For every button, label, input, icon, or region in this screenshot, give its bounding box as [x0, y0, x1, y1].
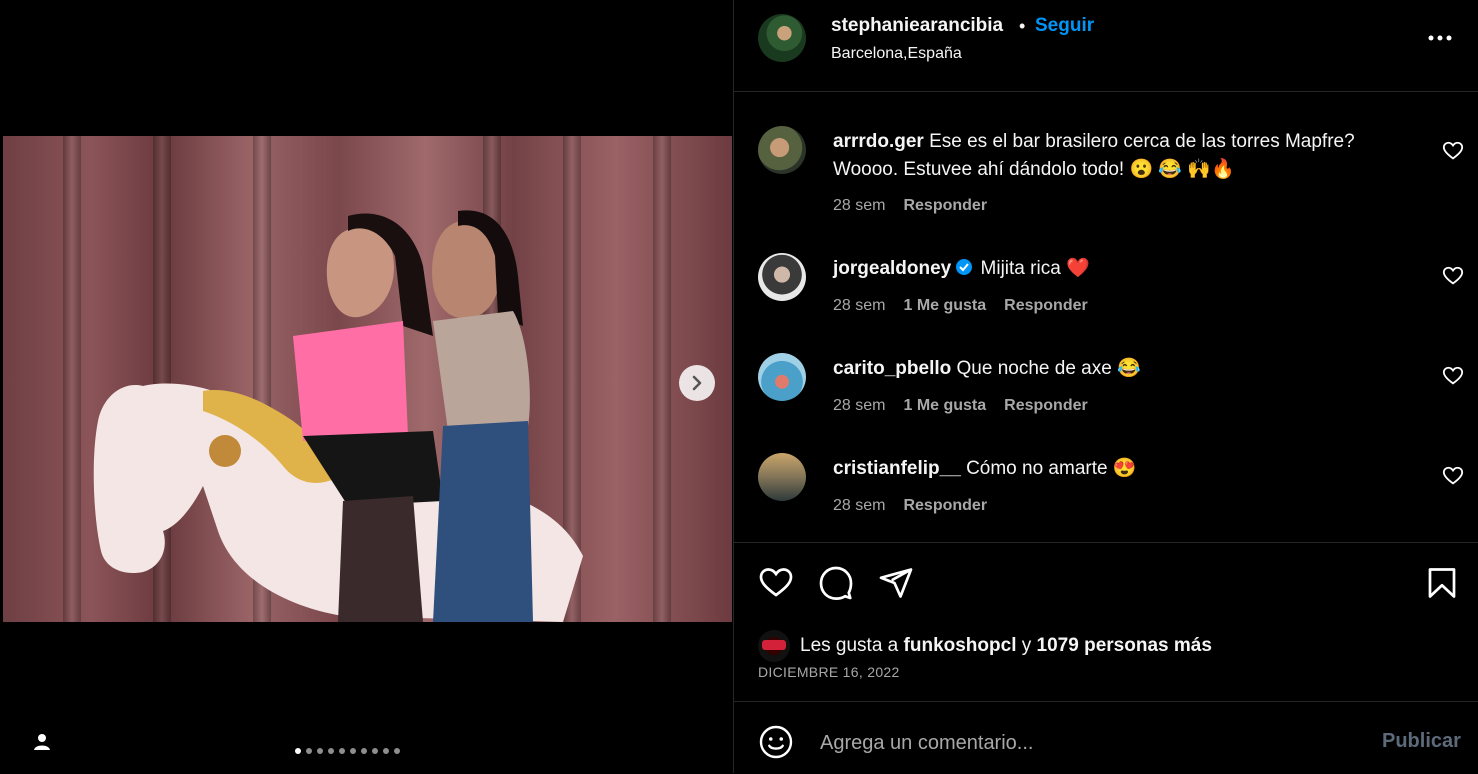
comment-input[interactable]: [818, 720, 1342, 766]
comment-body: cristianfelip__ Cómo no amarte 😍: [833, 455, 1403, 483]
carousel-dots: [295, 748, 400, 754]
comment-username[interactable]: cristianfelip__: [833, 458, 961, 479]
comment-meta: 28 sem Responder: [833, 197, 987, 215]
bookmark-icon: [1428, 568, 1456, 598]
comment-text: Que noche de axe 😂: [956, 358, 1141, 379]
carousel-dot: [383, 748, 389, 754]
comment-time[interactable]: 28 sem: [833, 497, 885, 515]
photo-subjects: [93, 210, 583, 622]
comment-username[interactable]: arrrdo.ger: [833, 131, 924, 152]
paper-plane-icon: [879, 568, 913, 598]
comment-like-button[interactable]: [1442, 365, 1464, 387]
follow-button[interactable]: Seguir: [1035, 15, 1094, 37]
next-image-button[interactable]: [679, 365, 715, 401]
comment-like-button[interactable]: [1442, 265, 1464, 287]
comment-avatar[interactable]: [758, 126, 806, 174]
likes-connector: y: [1021, 635, 1032, 656]
author-username[interactable]: stephaniearancibia: [831, 15, 1003, 37]
comment-likes-count[interactable]: 1 Me gusta: [903, 397, 986, 415]
comment-body: carito_pbello Que noche de axe 😂: [833, 355, 1403, 383]
comment-like-button[interactable]: [1442, 140, 1464, 162]
comment-body: arrrdo.ger Ese es el bar brasilero cerca…: [833, 128, 1403, 184]
post-actions: [734, 542, 1478, 623]
carousel-dot: [306, 748, 312, 754]
post-location[interactable]: Barcelona,España: [831, 45, 962, 63]
carousel-dot: [372, 748, 378, 754]
person-icon: [34, 734, 50, 750]
header-separator: •: [1019, 16, 1026, 36]
comment-composer: Publicar: [734, 701, 1478, 774]
likes-user[interactable]: funkoshopcl: [904, 635, 1017, 656]
comment-body: jorgealdoney Mijita rica ❤️: [833, 255, 1403, 283]
more-horizontal-icon: [1428, 35, 1452, 41]
emoji-button[interactable]: [758, 724, 794, 760]
heart-icon: [1442, 266, 1464, 285]
user-tags-button[interactable]: [30, 730, 54, 754]
comment-time[interactable]: 28 sem: [833, 397, 885, 415]
likes-text: Les gusta a funkoshopcl y 1079 personas …: [800, 635, 1212, 657]
publish-button[interactable]: Publicar: [1382, 730, 1461, 753]
likes-others[interactable]: 1079 personas más: [1037, 635, 1212, 656]
post-header: stephaniearancibia • Seguir Barcelona,Es…: [734, 0, 1478, 92]
comment-username[interactable]: carito_pbello: [833, 358, 951, 379]
reply-button[interactable]: Responder: [903, 497, 987, 515]
post-media: [0, 0, 733, 773]
comment-text: Cómo no amarte 😍: [966, 458, 1137, 479]
liker-avatar[interactable]: [758, 630, 790, 662]
heart-icon: [1442, 141, 1464, 160]
chevron-right-icon: [692, 375, 702, 391]
share-button[interactable]: [878, 565, 914, 601]
carousel-dot: [361, 748, 367, 754]
comment-meta: 28 sem Responder: [833, 497, 987, 515]
heart-icon: [759, 568, 793, 597]
comment-avatar[interactable]: [758, 353, 806, 401]
comment-meta: 28 sem 1 Me gusta Responder: [833, 397, 1088, 415]
carousel-dot: [394, 748, 400, 754]
comment-meta: 28 sem 1 Me gusta Responder: [833, 297, 1088, 315]
comment-avatar[interactable]: [758, 453, 806, 501]
post-photo[interactable]: [3, 136, 732, 622]
comment-time[interactable]: 28 sem: [833, 197, 885, 215]
smiley-icon: [759, 725, 793, 759]
post-panel: stephaniearancibia • Seguir Barcelona,Es…: [733, 0, 1478, 773]
comment-like-button[interactable]: [1442, 465, 1464, 487]
comment-time[interactable]: 28 sem: [833, 297, 885, 315]
carousel-dot: [328, 748, 334, 754]
carousel-dot: [295, 748, 301, 754]
likes-prefix: Les gusta a: [800, 635, 899, 656]
post-date[interactable]: DICIEMBRE 16, 2022: [758, 664, 900, 680]
like-button[interactable]: [758, 565, 794, 601]
reply-button[interactable]: Responder: [903, 197, 987, 215]
comment-avatar[interactable]: [758, 253, 806, 301]
comment-likes-count[interactable]: 1 Me gusta: [903, 297, 986, 315]
carousel-dot: [339, 748, 345, 754]
reply-button[interactable]: Responder: [1004, 397, 1088, 415]
more-options-button[interactable]: [1426, 28, 1454, 48]
heart-icon: [1442, 366, 1464, 385]
comment-icon: [819, 566, 853, 600]
carousel-dot: [350, 748, 356, 754]
comment-text: Mijita rica ❤️: [980, 258, 1090, 279]
author-avatar[interactable]: [758, 14, 806, 62]
reply-button[interactable]: Responder: [1004, 297, 1088, 315]
comment-button[interactable]: [818, 565, 854, 601]
comment-username[interactable]: jorgealdoney: [833, 258, 951, 279]
carousel-dot: [317, 748, 323, 754]
save-button[interactable]: [1424, 565, 1460, 601]
verified-badge-icon: [956, 259, 973, 275]
heart-icon: [1442, 466, 1464, 485]
likes-summary: Les gusta a funkoshopcl y 1079 personas …: [758, 630, 1212, 662]
